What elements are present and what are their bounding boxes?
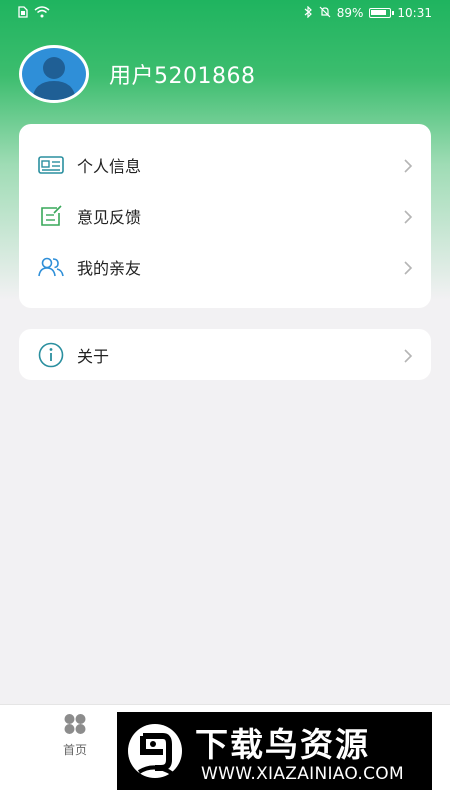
watermark-title: 下载鸟资源 [195, 725, 370, 764]
menu-item-label: 个人信息 [77, 156, 142, 176]
tab-home[interactable]: 首页 [55, 713, 95, 758]
chevron-right-icon [401, 348, 415, 363]
status-bar: 89% 10:31 [0, 0, 450, 26]
mute-bell-icon [319, 6, 331, 21]
username: 用户5201868 [109, 64, 256, 89]
chevron-right-icon [401, 260, 415, 275]
status-time: 10:31 [397, 6, 432, 20]
menu-card: 个人信息 意见反馈 我的亲友 [19, 124, 431, 308]
watermark-banner: 下载鸟资源 WWW.XIAZAINIAO.COM [117, 712, 432, 790]
battery-icon [369, 8, 395, 18]
menu-item-label: 我的亲友 [77, 258, 142, 278]
menu-item-label: 意见反馈 [77, 207, 142, 227]
chevron-right-icon [401, 209, 415, 224]
feedback-edit-icon [38, 203, 64, 229]
people-icon [38, 254, 64, 280]
avatar[interactable] [19, 45, 89, 103]
menu-item-personal-info[interactable]: 个人信息 [19, 139, 431, 190]
battery-percent: 89% [336, 6, 364, 20]
wifi-icon [34, 5, 50, 21]
menu-item-label: 关于 [77, 346, 110, 366]
sim-icon [18, 5, 28, 21]
watermark-url: WWW.XIAZAINIAO.COM [201, 764, 404, 784]
menu-item-feedback[interactable]: 意见反馈 [19, 190, 431, 241]
menu-item-about[interactable]: 关于 [19, 329, 431, 380]
profile-header[interactable]: 用户5201868 [19, 45, 255, 103]
id-card-icon [38, 152, 64, 178]
info-icon [38, 342, 64, 368]
tab-home-label: 首页 [62, 743, 87, 757]
chevron-right-icon [401, 158, 415, 173]
about-card: 关于 [19, 329, 431, 380]
home-grid-icon [62, 713, 88, 739]
menu-item-friends-family[interactable]: 我的亲友 [19, 241, 431, 292]
bird-logo-icon [125, 722, 185, 780]
bluetooth-icon [304, 5, 313, 21]
